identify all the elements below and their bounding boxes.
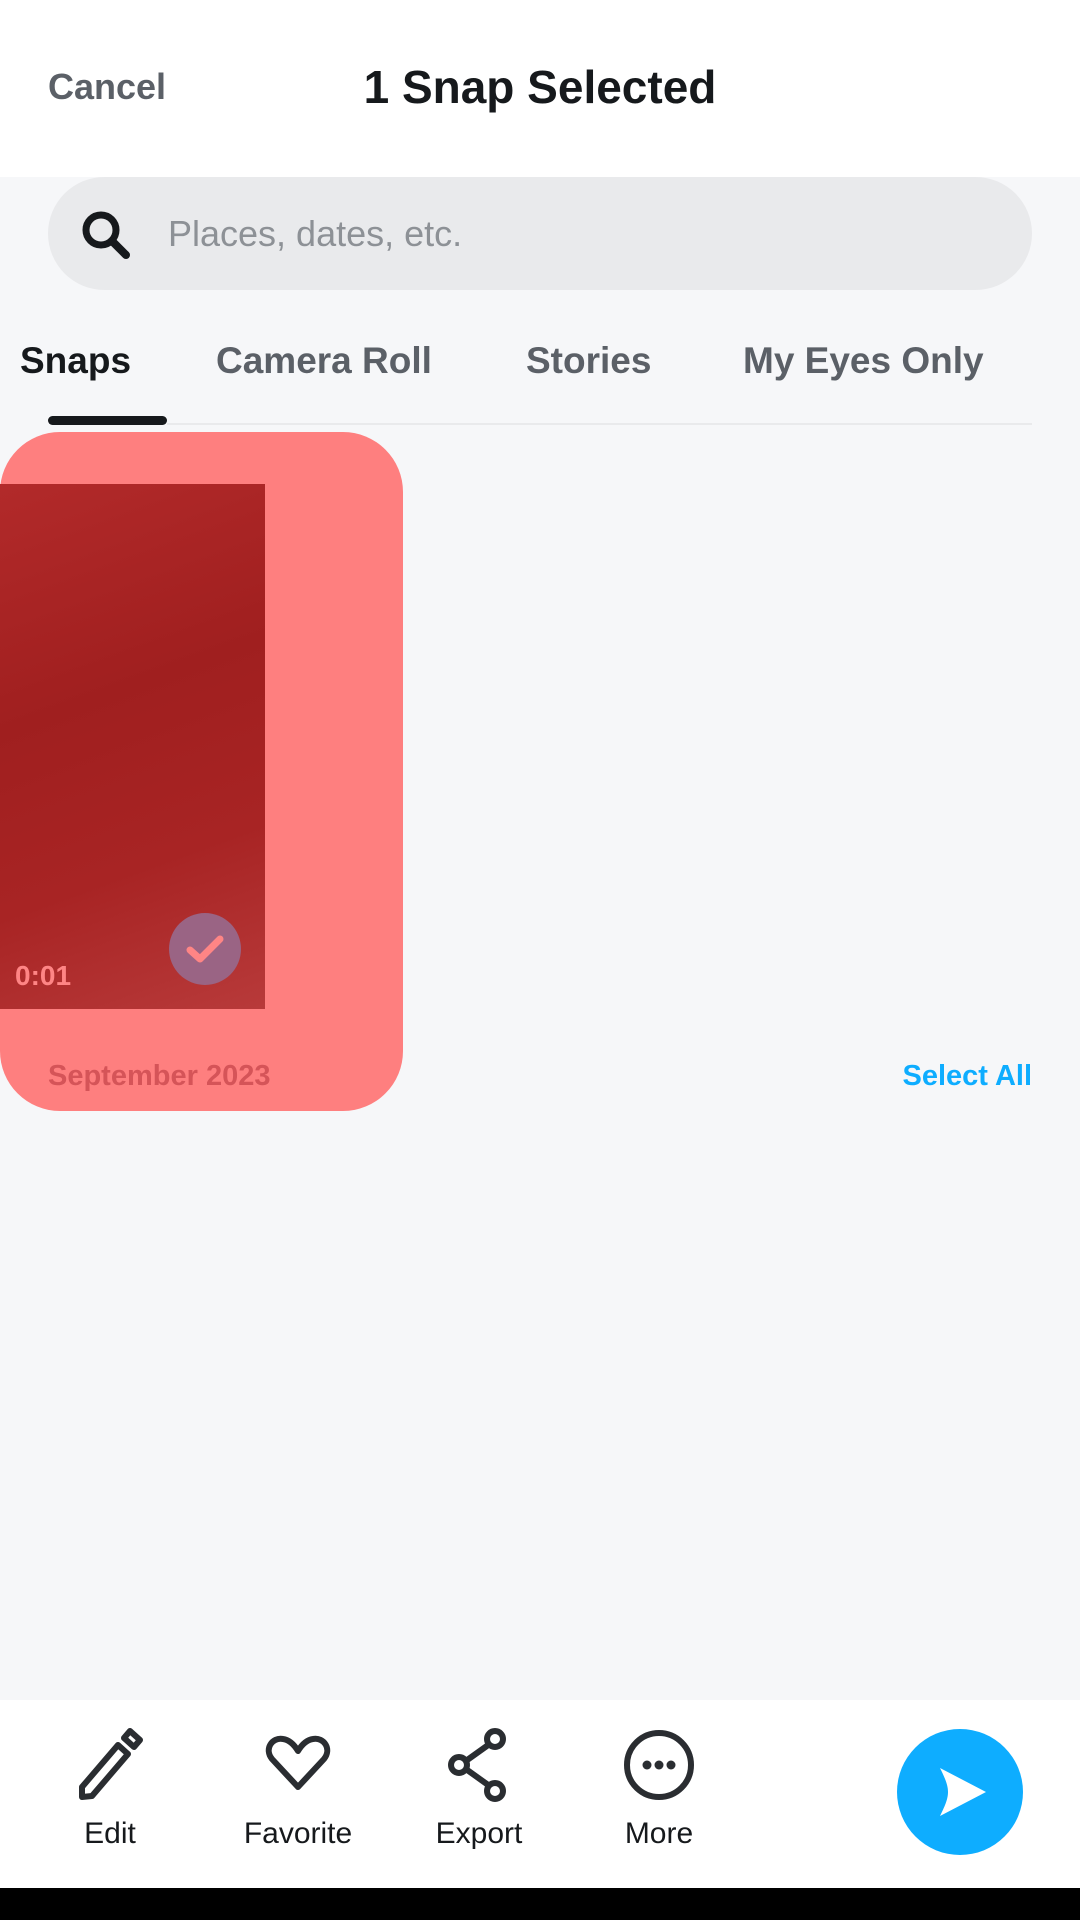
share-icon: [448, 1728, 506, 1802]
search-input[interactable]: [168, 177, 988, 290]
select-all-button[interactable]: Select All: [903, 1060, 1032, 1093]
edit-button[interactable]: Edit: [35, 1725, 185, 1851]
favorite-label: Favorite: [243, 1817, 353, 1850]
search-icon: [82, 211, 130, 259]
export-button[interactable]: Export: [404, 1725, 554, 1851]
tab-snaps[interactable]: Snaps: [20, 340, 167, 382]
send-button[interactable]: [897, 1729, 1023, 1855]
page-title: 1 Snap Selected: [363, 61, 717, 113]
send-icon: [940, 1768, 986, 1816]
heart-icon: [265, 1735, 331, 1790]
more-icon: [624, 1730, 694, 1800]
more-label: More: [624, 1817, 694, 1850]
divider: [167, 423, 1032, 425]
more-button[interactable]: More: [584, 1725, 734, 1851]
tab-camera-roll[interactable]: Camera Roll: [216, 340, 432, 382]
section-label: September 2023: [48, 1060, 271, 1092]
tab-my-eyes-only[interactable]: My Eyes Only: [743, 340, 984, 382]
search-bar[interactable]: [48, 177, 1032, 290]
tab-stories[interactable]: Stories: [526, 340, 651, 382]
export-label: Export: [435, 1817, 523, 1850]
favorite-button[interactable]: Favorite: [223, 1725, 373, 1851]
system-nav-bar: [0, 1888, 1080, 1920]
selected-check[interactable]: [169, 913, 241, 985]
pencil-icon: [79, 1728, 143, 1800]
active-tab-indicator: [48, 416, 167, 425]
checkmark-icon: [186, 935, 224, 963]
edit-label: Edit: [84, 1817, 136, 1850]
snap-duration: 0:01: [15, 960, 72, 991]
